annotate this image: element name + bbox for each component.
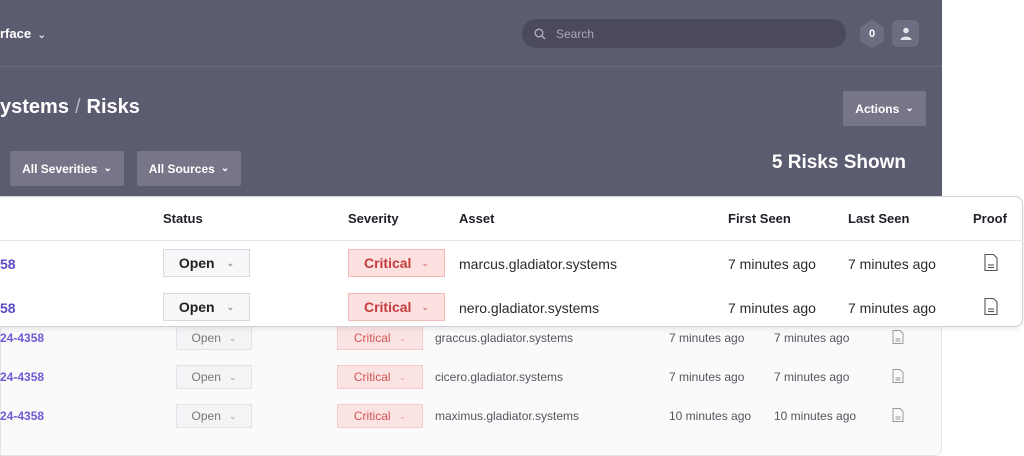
severity-filter[interactable]: All Severities ⌄: [10, 151, 124, 186]
first-seen: 7 minutes ago: [669, 331, 745, 345]
chevron-down-icon: ⌄: [421, 301, 429, 312]
actions-label: Actions: [855, 101, 900, 116]
status-dropdown[interactable]: Open ⌄: [176, 404, 252, 428]
search-bar[interactable]: [522, 19, 846, 48]
column-header-first-seen[interactable]: First Seen: [728, 211, 791, 226]
user-icon: [900, 27, 911, 40]
chevron-down-icon: ⌄: [103, 163, 112, 174]
document-icon[interactable]: [892, 408, 904, 422]
column-header-last-seen[interactable]: Last Seen: [848, 211, 909, 226]
status-dropdown[interactable]: Open ⌄: [176, 365, 252, 389]
risk-id-link[interactable]: 24-4358: [0, 331, 44, 345]
chevron-down-icon: ⌄: [398, 332, 407, 343]
severity-dropdown[interactable]: Critical ⌄: [348, 249, 445, 277]
chevron-down-icon: ⌄: [226, 301, 235, 312]
app-header-panel: rface ⌄ 0 ystems/Risks Actions ⌄ All Seve…: [0, 0, 942, 202]
status-label: Open: [191, 409, 221, 423]
first-seen: 7 minutes ago: [669, 370, 745, 384]
breadcrumb: ystems / Risks: [0, 96, 140, 119]
notification-hex-icon[interactable]: 0: [860, 20, 884, 48]
chevron-down-icon: ⌄: [421, 257, 429, 268]
severity-dropdown[interactable]: Critical ⌄: [337, 326, 423, 350]
header-divider: [0, 240, 1023, 241]
document-icon[interactable]: [892, 369, 904, 383]
avatar[interactable]: [892, 20, 919, 47]
severity-dropdown[interactable]: Critical ⌄: [348, 293, 445, 321]
document-icon[interactable]: [984, 254, 998, 271]
severity-dropdown[interactable]: Critical ⌄: [337, 404, 423, 428]
notification-count: 0: [868, 28, 876, 40]
chevron-down-icon: ⌄: [398, 371, 407, 382]
severity-label: Critical: [353, 409, 391, 423]
source-filter[interactable]: All Sources ⌄: [137, 151, 241, 186]
status-label: Open: [178, 299, 215, 315]
chevron-down-icon: ⌄: [398, 410, 407, 421]
search-input[interactable]: [554, 25, 818, 42]
severity-label: Critical: [363, 255, 412, 271]
first-seen: 7 minutes ago: [728, 256, 816, 272]
chevron-down-icon: ⌄: [228, 410, 237, 421]
breadcrumb-parent[interactable]: ystems: [0, 96, 69, 118]
status-label: Open: [191, 370, 221, 384]
status-dropdown[interactable]: Open ⌄: [163, 249, 250, 277]
first-seen: 7 minutes ago: [728, 300, 816, 316]
document-icon[interactable]: [984, 298, 998, 315]
asset-name[interactable]: cicero.gladiator.systems: [435, 370, 563, 384]
workspace-label: rface: [0, 26, 32, 41]
asset-name[interactable]: graccus.gladiator.systems: [435, 331, 573, 345]
workspace-switcher[interactable]: rface ⌄: [0, 26, 46, 41]
risk-id-link[interactable]: 24-4358: [0, 370, 44, 384]
column-header-proof[interactable]: Proof: [973, 211, 1007, 226]
search-icon: [534, 28, 546, 39]
risk-id-link[interactable]: 58: [0, 300, 16, 316]
chevron-down-icon: ⌄: [226, 257, 235, 268]
source-filter-label: All Sources: [148, 161, 215, 176]
status-dropdown[interactable]: Open ⌄: [176, 326, 252, 350]
last-seen: 7 minutes ago: [848, 256, 936, 272]
column-header-severity[interactable]: Severity: [348, 211, 399, 226]
severity-dropdown[interactable]: Critical ⌄: [337, 365, 423, 389]
severity-label: Critical: [353, 370, 391, 384]
breadcrumb-separator: /: [74, 96, 81, 118]
severity-label: Critical: [353, 331, 391, 345]
last-seen: 10 minutes ago: [774, 409, 857, 423]
chevron-down-icon: ⌄: [37, 29, 47, 41]
risks-count: 5 Risks Shown: [771, 152, 906, 173]
severity-filter-label: All Severities: [22, 161, 98, 176]
status-dropdown[interactable]: Open ⌄: [163, 293, 250, 321]
chevron-down-icon: ⌄: [228, 332, 237, 343]
column-header-status[interactable]: Status: [163, 211, 203, 226]
first-seen: 10 minutes ago: [669, 409, 752, 423]
chevron-down-icon: ⌄: [220, 163, 230, 174]
chevron-down-icon: ⌄: [905, 103, 914, 114]
column-header-asset[interactable]: Asset: [459, 211, 494, 226]
header-divider: [0, 66, 942, 67]
page-title: Risks: [86, 96, 140, 118]
last-seen: 7 minutes ago: [774, 331, 850, 345]
status-label: Open: [178, 255, 215, 271]
severity-label: Critical: [363, 299, 412, 315]
last-seen: 7 minutes ago: [848, 300, 936, 316]
last-seen: 7 minutes ago: [774, 370, 850, 384]
document-icon[interactable]: [892, 330, 904, 344]
asset-name[interactable]: nero.gladiator.systems: [459, 300, 599, 316]
chevron-down-icon: ⌄: [228, 371, 237, 382]
risk-id-link[interactable]: 58: [0, 256, 16, 272]
asset-name[interactable]: marcus.gladiator.systems: [459, 256, 617, 272]
actions-button[interactable]: Actions ⌄: [843, 91, 926, 126]
status-label: Open: [191, 331, 221, 345]
asset-name[interactable]: maximus.gladiator.systems: [435, 409, 579, 423]
risk-id-link[interactable]: 24-4358: [0, 409, 44, 423]
